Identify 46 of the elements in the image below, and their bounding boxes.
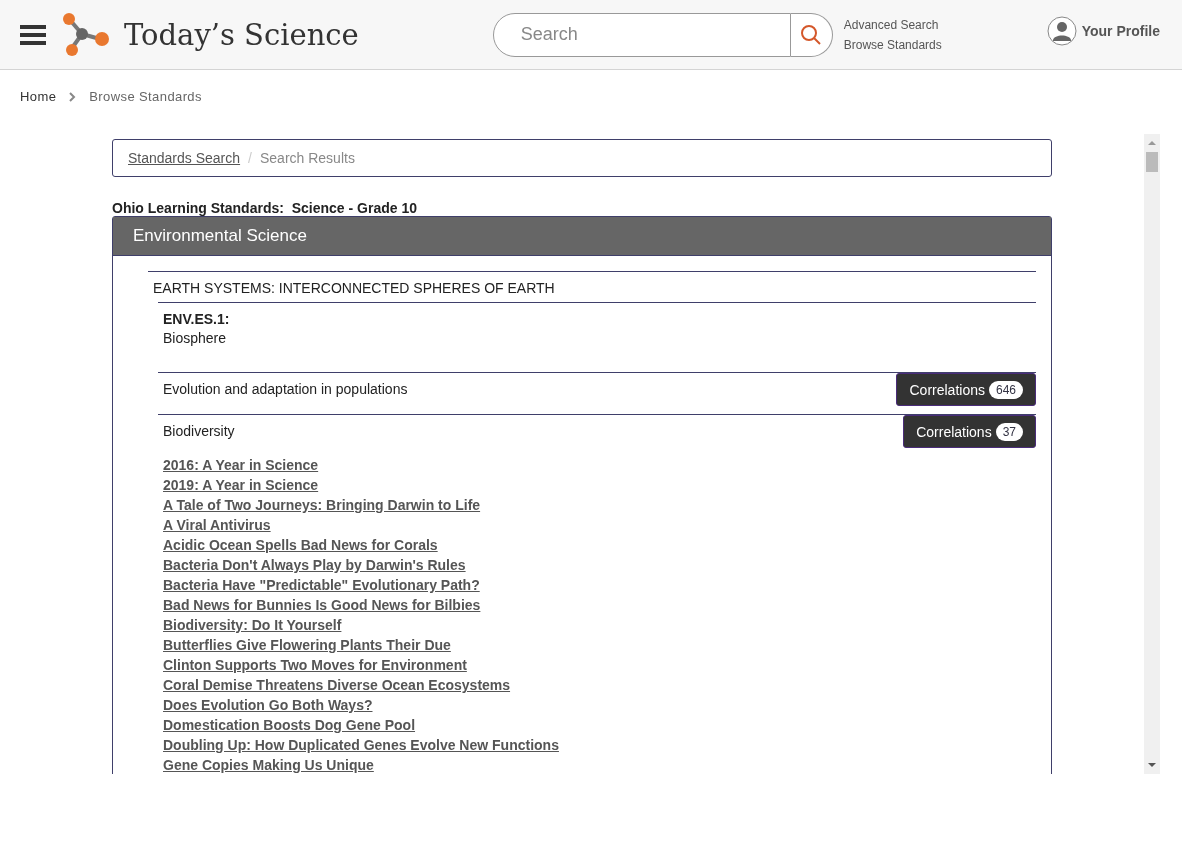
article-link[interactable]: Domestication Boosts Dog Gene Pool <box>163 715 1036 735</box>
standard-title: Ohio Learning Standards: Science - Grade 10 <box>112 200 418 216</box>
article-link[interactable]: Does Evolution Go Both Ways? <box>163 695 1036 715</box>
search-icon[interactable] <box>790 12 833 57</box>
topic-title: Biodiversity <box>163 422 235 439</box>
scroll-down-arrow-icon[interactable] <box>1148 762 1156 768</box>
profile-link[interactable]: Your Profile <box>1046 15 1160 46</box>
breadcrumb-separator: / <box>248 150 252 166</box>
topic-title: Evolution and adaptation in populations <box>163 380 408 397</box>
article-link[interactable]: Biodiversity: Do It Yourself <box>163 615 1036 635</box>
site-title[interactable]: Today’s Science <box>124 17 359 52</box>
search-field[interactable]: Search <box>492 12 791 57</box>
correlations-button[interactable]: Correlations 37 <box>903 415 1036 448</box>
article-link[interactable]: Bad News for Bunnies Is Good News for Bilbies <box>163 595 1036 615</box>
header-link[interactable]: Browse Standards <box>843 37 942 52</box>
article-link[interactable]: Doubling Up: How Duplicated Genes Evolve New Functions <box>163 735 1036 755</box>
molecule-logo-icon <box>60 11 112 58</box>
article-link[interactable]: Acidic Ocean Spells Bad News for Corals <box>163 535 1036 555</box>
breadcrumb-link[interactable]: Home <box>20 89 57 104</box>
scrollbar-thumb[interactable] <box>1146 152 1158 172</box>
header-link[interactable]: Advanced Search <box>843 17 942 32</box>
article-link[interactable]: A Tale of Two Journeys: Bringing Darwin to Life <box>163 495 1036 515</box>
scroll-up-arrow-icon[interactable] <box>1148 140 1156 146</box>
current-page-label: Search Results <box>259 150 355 166</box>
scrollbar[interactable] <box>1144 134 1160 774</box>
article-link[interactable]: Gene Copies Making Us Unique <box>163 755 1036 774</box>
article-link[interactable]: Coral Demise Threatens Diverse Ocean Ecosystems <box>163 675 1036 695</box>
menu-icon[interactable] <box>20 23 46 46</box>
article-link[interactable]: 2016: A Year in Science <box>163 455 1036 475</box>
section-heading: EARTH SYSTEMS: INTERCONNECTED SPHERES OF EARTH <box>148 271 1036 302</box>
breadcrumb-link[interactable]: Browse Standards <box>89 89 202 104</box>
article-link[interactable]: Butterflies Give Flowering Plants Their Due <box>163 635 1036 655</box>
correlations-button[interactable]: Correlations 646 <box>896 373 1036 406</box>
article-link[interactable]: Bacteria Have "Predictable" Evolutionary Path? <box>163 575 1036 595</box>
count-badge: 37 <box>995 422 1023 441</box>
standard-name: Biosphere <box>163 330 228 346</box>
article-link[interactable]: Clinton Supports Two Moves for Environment <box>163 655 1036 675</box>
chevron-right-icon <box>69 91 77 102</box>
article-link[interactable]: 2019: A Year in Science <box>163 475 1036 495</box>
article-link[interactable]: A Viral Antivirus <box>163 515 1036 535</box>
user-avatar-icon <box>1046 15 1077 46</box>
panel-title: Environmental Science <box>113 217 1051 256</box>
article-link[interactable]: Bacteria Don't Always Play by Darwin's Rules <box>163 555 1036 575</box>
standard-code: ENV.ES.1: <box>163 311 231 327</box>
count-badge: 646 <box>988 380 1023 399</box>
standards-search-link[interactable]: Standards Search <box>128 150 241 166</box>
